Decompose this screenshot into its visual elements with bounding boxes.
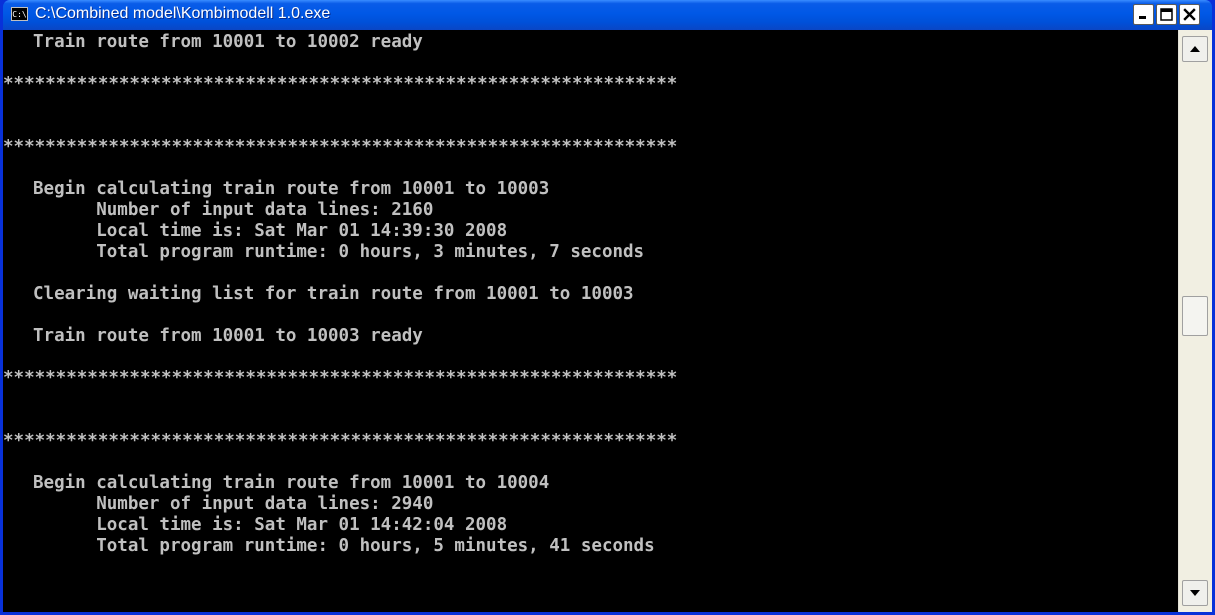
console-separator-line: ****************************************…: [3, 74, 678, 94]
vertical-scrollbar[interactable]: [1178, 30, 1212, 612]
close-icon: [1183, 8, 1196, 21]
close-button[interactable]: [1179, 4, 1200, 25]
console-window: C:\ C:\Combined model\Kombimodell 1.0.ex…: [0, 0, 1215, 615]
console-line: Clearing waiting list for train route fr…: [33, 284, 634, 304]
scroll-up-button[interactable]: [1182, 36, 1208, 62]
title-bar[interactable]: C:\ C:\Combined model\Kombimodell 1.0.ex…: [3, 0, 1212, 30]
console-line: Local time is: Sat Mar 01 14:42:04 2008: [33, 515, 508, 535]
arrow-down-icon: [1190, 590, 1200, 596]
console-line: Number of input data lines: 2160: [33, 200, 434, 220]
console-app-icon[interactable]: C:\: [11, 7, 28, 21]
maximize-icon: [1160, 8, 1173, 21]
console-line: Total program runtime: 0 hours, 5 minute…: [33, 536, 655, 556]
maximize-button[interactable]: [1156, 4, 1177, 25]
console-line: Number of input data lines: 2940: [33, 494, 434, 514]
console-line: Train route from 10001 to 10003 ready: [33, 326, 423, 346]
console-line: Local time is: Sat Mar 01 14:39:30 2008: [33, 221, 508, 241]
minimize-icon: [1139, 16, 1146, 19]
arrow-up-icon: [1190, 46, 1200, 52]
console-output-area[interactable]: Train route from 10001 to 10002 ready ***…: [3, 30, 1178, 612]
console-line: Total program runtime: 0 hours, 3 minute…: [33, 242, 645, 262]
console-separator-line: ****************************************…: [3, 137, 678, 157]
scroll-down-button[interactable]: [1182, 580, 1208, 606]
scroll-thumb[interactable]: [1182, 296, 1208, 336]
console-line: Train route from 10001 to 10002 ready: [33, 32, 423, 52]
console-line: Begin calculating train route from 10001…: [33, 473, 550, 493]
console-separator-line: ****************************************…: [3, 368, 678, 388]
window-title: C:\Combined model\Kombimodell 1.0.exe: [35, 5, 331, 22]
minimize-button[interactable]: [1133, 4, 1154, 25]
console-text: Train route from 10001 to 10002 ready ***…: [3, 30, 1178, 557]
console-separator-line: ****************************************…: [3, 431, 678, 451]
console-line: Begin calculating train route from 10001…: [33, 179, 550, 199]
